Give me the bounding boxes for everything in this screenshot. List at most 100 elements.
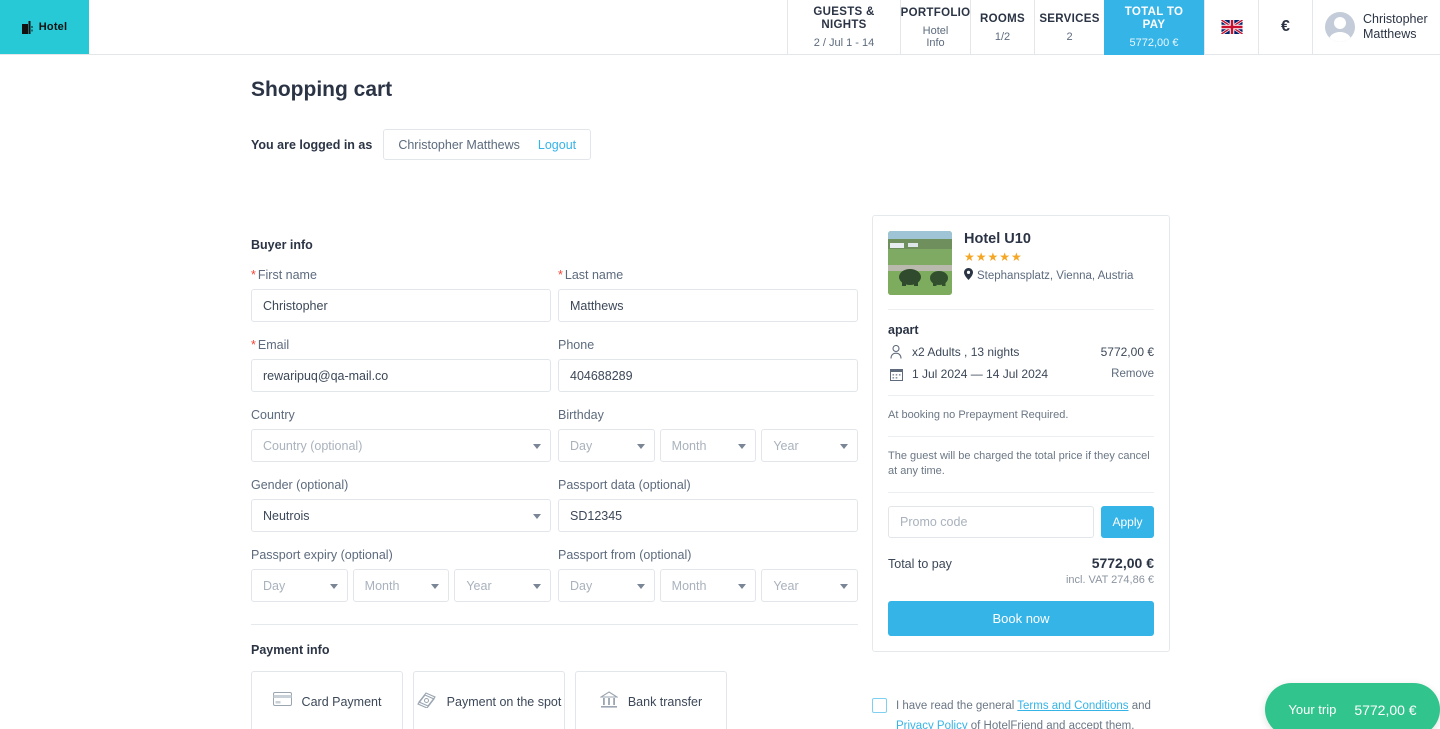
passport-from-year-select[interactable]: Year <box>761 569 859 602</box>
payment-method-label: Bank transfer <box>627 694 703 709</box>
promo-code-input[interactable] <box>888 506 1094 538</box>
passport-from-selects: Day Month Year <box>558 569 859 602</box>
birthday-selects: Day Month Year <box>558 429 859 462</box>
chevron-down-icon <box>431 583 440 589</box>
remove-item-button[interactable]: Remove <box>1111 368 1154 380</box>
header-tab-portfolio[interactable]: PORTFOLIO Hotel Info <box>900 0 970 55</box>
logout-link[interactable]: Logout <box>538 138 576 152</box>
language-selector[interactable] <box>1204 0 1258 54</box>
header-summary-tabs: GUESTS & NIGHTS 2 / Jul 1 - 14 PORTFOLIO… <box>787 0 1204 55</box>
calendar-icon <box>888 368 904 381</box>
phone-label: Phone <box>558 338 595 352</box>
required-marker: * <box>251 338 256 352</box>
apply-promo-button[interactable]: Apply <box>1101 506 1154 538</box>
last-name-input[interactable] <box>558 289 858 322</box>
required-marker: * <box>558 268 563 282</box>
header-spacer <box>89 0 787 54</box>
header-tab-guests-nights[interactable]: GUESTS & NIGHTS 2 / Jul 1 - 14 <box>787 0 900 55</box>
first-name-group: * First name <box>251 268 551 322</box>
header-tab-guests-value: 2 / Jul 1 - 14 <box>813 37 875 49</box>
total-to-pay-row: Total to pay 5772,00 € <box>888 555 1154 571</box>
prepayment-note-wrap: At booking no Prepayment Required. <box>888 408 1154 423</box>
summary-divider <box>888 309 1154 310</box>
payment-method-bank-transfer[interactable]: Bank transfer <box>575 671 727 729</box>
birthday-month-value: Month <box>671 438 707 453</box>
terms-text-part2: and <box>1128 700 1151 712</box>
summary-divider <box>888 395 1154 396</box>
buyer-info-title: Buyer info <box>251 238 313 252</box>
header-tab-rooms-label: ROOMS <box>980 12 1025 25</box>
first-name-label-text: First name <box>257 268 317 282</box>
hotel-address: Stephansplatz, Vienna, Austria <box>977 269 1134 282</box>
passport-expiry-year-select[interactable]: Year <box>454 569 552 602</box>
logged-in-row: You are logged in as Christopher Matthew… <box>251 129 592 160</box>
buyer-info-form: Buyer info *First name *Last name *Email <box>251 238 859 729</box>
header-tab-services[interactable]: SERVICES 2 <box>1034 0 1104 55</box>
header-tab-total-value: 5772,00 € <box>1129 37 1179 49</box>
dates-row: 1 Jul 2024 — 14 Jul 2024 Remove <box>888 367 1154 381</box>
first-name-input[interactable] <box>251 289 551 322</box>
guests-price: 5772,00 € <box>1100 345 1154 359</box>
birthday-year-select[interactable]: Year <box>761 429 859 462</box>
phone-input[interactable] <box>558 359 858 392</box>
header-tab-guests-label: GUESTS & NIGHTS <box>813 6 875 31</box>
required-marker: * <box>251 268 256 282</box>
passport-expiry-year-value: Year <box>466 578 492 593</box>
passport-expiry-day-select[interactable]: Day <box>251 569 348 602</box>
your-trip-button[interactable]: Your trip 5772,00 € <box>1265 683 1440 729</box>
last-name-group: * Last name <box>558 268 858 322</box>
header-tab-total-to-pay[interactable]: TOTAL TO PAY 5772,00 € <box>1104 0 1204 55</box>
country-select[interactable]: Country (optional) <box>251 429 551 462</box>
chevron-down-icon <box>533 513 541 519</box>
chevron-down-icon <box>533 583 542 589</box>
chevron-down-icon <box>329 583 338 589</box>
birthday-group: Birthday Day Month Year <box>558 408 859 462</box>
hotel-info: Hotel U10 ★★★★★ Stephansplatz, Vienna, A… <box>964 231 1133 295</box>
logged-in-user-name: Christopher Matthews <box>398 137 520 152</box>
email-input[interactable] <box>251 359 551 392</box>
passport-expiry-day-value: Day <box>263 578 286 593</box>
terms-checkbox[interactable] <box>872 698 887 713</box>
payment-method-on-the-spot[interactable]: Payment on the spot <box>413 671 565 729</box>
chevron-down-icon <box>738 443 747 449</box>
header-tab-rooms[interactable]: ROOMS 1/2 <box>970 0 1034 55</box>
book-now-button[interactable]: Book now <box>888 601 1154 636</box>
passport-from-day-select[interactable]: Day <box>558 569 655 602</box>
vat-note: incl. VAT 274,86 € <box>1065 574 1154 586</box>
currency-selector[interactable]: € <box>1258 0 1312 54</box>
gender-group: Gender (optional) Neutrois <box>251 478 551 532</box>
brand-logo[interactable]: Hotel <box>0 0 89 54</box>
page-title: Shopping cart <box>251 78 393 101</box>
gender-select-value: Neutrois <box>263 508 310 523</box>
passport-from-month-value: Month <box>671 578 707 593</box>
first-name-label: * First name <box>251 268 551 282</box>
passport-expiry-group: Passport expiry (optional) Day Month Yea… <box>251 548 552 602</box>
passport-expiry-month-select[interactable]: Month <box>352 569 450 602</box>
user-menu[interactable]: Christopher Matthews <box>1312 0 1440 54</box>
header-tab-services-value: 2 <box>1066 30 1073 43</box>
birthday-label: Birthday <box>558 408 604 422</box>
birthday-day-select[interactable]: Day <box>558 429 655 462</box>
app-header: Hotel GUESTS & NIGHTS 2 / Jul 1 - 14 POR… <box>0 0 1440 55</box>
guests-text: x2 Adults , 13 nights <box>912 345 1020 359</box>
logged-in-box: Christopher Matthews Logout <box>383 129 592 160</box>
user-name-label: Christopher Matthews <box>1363 12 1428 41</box>
gender-select[interactable]: Neutrois <box>251 499 551 532</box>
chevron-down-icon <box>840 583 849 589</box>
avatar <box>1325 12 1355 42</box>
gender-label: Gender (optional) <box>251 478 349 492</box>
payment-method-card-payment[interactable]: Card Payment <box>251 671 403 729</box>
privacy-policy-link[interactable]: Privacy Policy <box>896 720 968 729</box>
summary-divider <box>888 492 1154 493</box>
brand-logo-text: Hotel <box>38 21 68 33</box>
chevron-down-icon <box>840 443 849 449</box>
passport-from-month-select[interactable]: Month <box>659 569 757 602</box>
country-group: Country Country (optional) <box>251 408 551 462</box>
uk-flag-icon <box>1220 20 1243 34</box>
terms-and-conditions-link[interactable]: Terms and Conditions <box>1017 700 1128 712</box>
hotel-header: Hotel U10 ★★★★★ Stephansplatz, Vienna, A… <box>888 231 1154 295</box>
passport-from-year-value: Year <box>773 578 799 593</box>
bank-icon <box>598 690 619 713</box>
passport-data-input[interactable] <box>558 499 858 532</box>
birthday-month-select[interactable]: Month <box>659 429 757 462</box>
